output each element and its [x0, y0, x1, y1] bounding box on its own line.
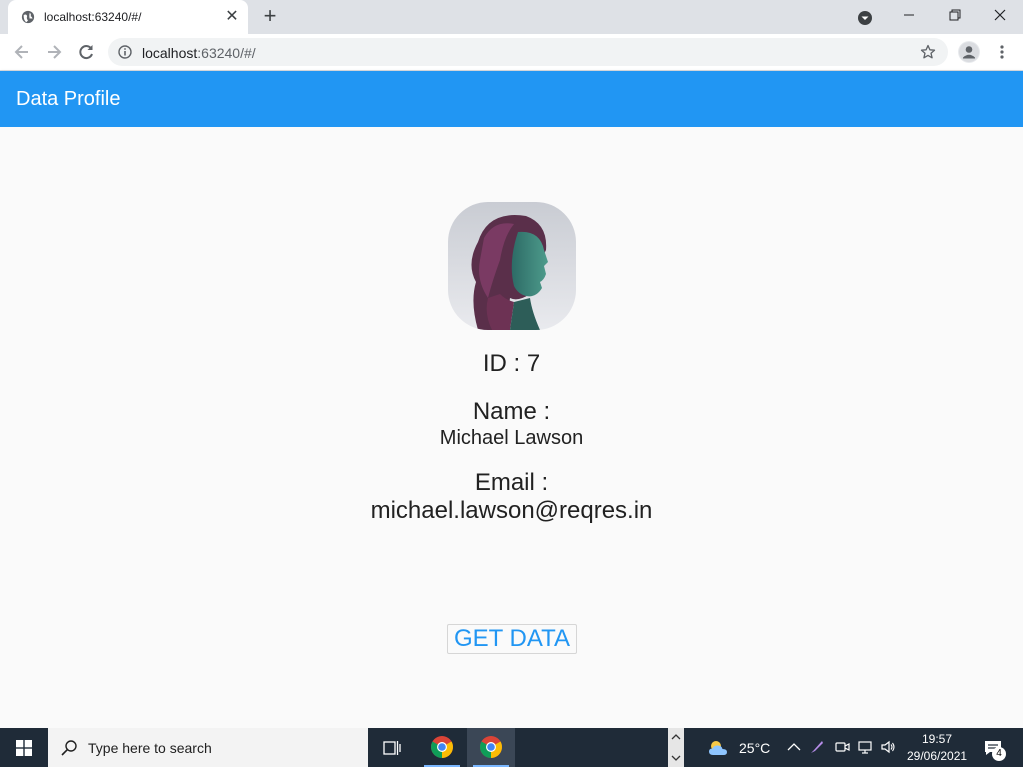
chrome-icon [480, 736, 502, 758]
address-bar[interactable]: localhost:63240/#/ [108, 38, 948, 66]
pen-icon[interactable] [809, 739, 825, 755]
bookmark-star-icon[interactable] [920, 44, 936, 60]
name-label: Name : [472, 398, 551, 425]
weather-cloud-icon[interactable] [707, 739, 731, 757]
close-window-button[interactable] [977, 0, 1023, 30]
start-button[interactable] [0, 728, 48, 767]
windows-taskbar: Type here to search 25°C 19:57 29/06/202… [0, 728, 1023, 767]
chrome-taskbar-button[interactable] [418, 728, 466, 767]
forward-arrow-icon[interactable] [44, 42, 64, 62]
action-center-button[interactable]: 4 [978, 728, 1023, 767]
tab-search-icon[interactable] [857, 10, 873, 26]
clock-date[interactable]: 29/06/2021 [907, 749, 967, 763]
restore-button[interactable] [932, 0, 978, 30]
get-data-button[interactable]: GET DATA [447, 624, 577, 654]
weather-temp[interactable]: 25°C [739, 740, 770, 756]
menu-kebab-icon[interactable] [996, 44, 1008, 60]
url-path: :63240/#/ [197, 45, 256, 61]
minimize-icon [904, 14, 914, 16]
show-hidden-icons-icon[interactable] [786, 739, 802, 755]
minimize-button[interactable] [886, 0, 932, 30]
new-tab-button[interactable]: + [259, 5, 281, 27]
chevron-up-icon [671, 734, 681, 740]
chevron-down-icon [671, 755, 681, 761]
tab-strip: localhost:63240/#/ ✕ + [0, 0, 1023, 34]
taskbar-search-box[interactable]: Type here to search [48, 728, 368, 767]
reload-icon[interactable] [76, 42, 96, 62]
chrome-active-taskbar-button[interactable] [467, 728, 515, 767]
app-title: Data Profile [16, 88, 121, 110]
clock-time[interactable]: 19:57 [922, 732, 952, 746]
browser-tab[interactable]: localhost:63240/#/ ✕ [8, 0, 248, 34]
profile-content: ID : 7 Name : Michael Lawson Email : mic… [0, 127, 1023, 728]
back-arrow-icon[interactable] [12, 42, 32, 62]
email-label: Email : [474, 469, 549, 496]
windows-logo-icon [16, 740, 32, 756]
browser-toolbar: localhost:63240/#/ [0, 34, 1023, 71]
volume-icon[interactable] [880, 739, 896, 755]
search-icon [61, 740, 77, 756]
url-text: localhost:63240/#/ [142, 45, 256, 61]
chrome-icon [431, 736, 453, 758]
network-icon[interactable] [857, 739, 873, 755]
task-view-button[interactable] [368, 728, 416, 767]
close-icon [994, 9, 1006, 21]
app-bar: Data Profile [0, 71, 1023, 127]
name-value: Michael Lawson [439, 427, 584, 449]
globe-icon [21, 10, 35, 24]
search-placeholder: Type here to search [88, 740, 212, 756]
meet-now-icon[interactable] [834, 739, 850, 755]
notification-count: 4 [992, 747, 1006, 761]
taskbar-scroll[interactable] [668, 728, 684, 767]
profile-avatar-icon[interactable] [958, 41, 980, 63]
task-view-icon [383, 741, 401, 755]
avatar [448, 202, 576, 330]
restore-icon [949, 9, 961, 21]
email-value: michael.lawson@reqres.in [370, 497, 653, 524]
tab-title: localhost:63240/#/ [44, 10, 142, 24]
profile-id: ID : 7 [482, 350, 541, 377]
url-host: localhost [142, 45, 198, 61]
tab-close-icon[interactable]: ✕ [223, 8, 241, 26]
info-icon[interactable] [118, 45, 132, 59]
